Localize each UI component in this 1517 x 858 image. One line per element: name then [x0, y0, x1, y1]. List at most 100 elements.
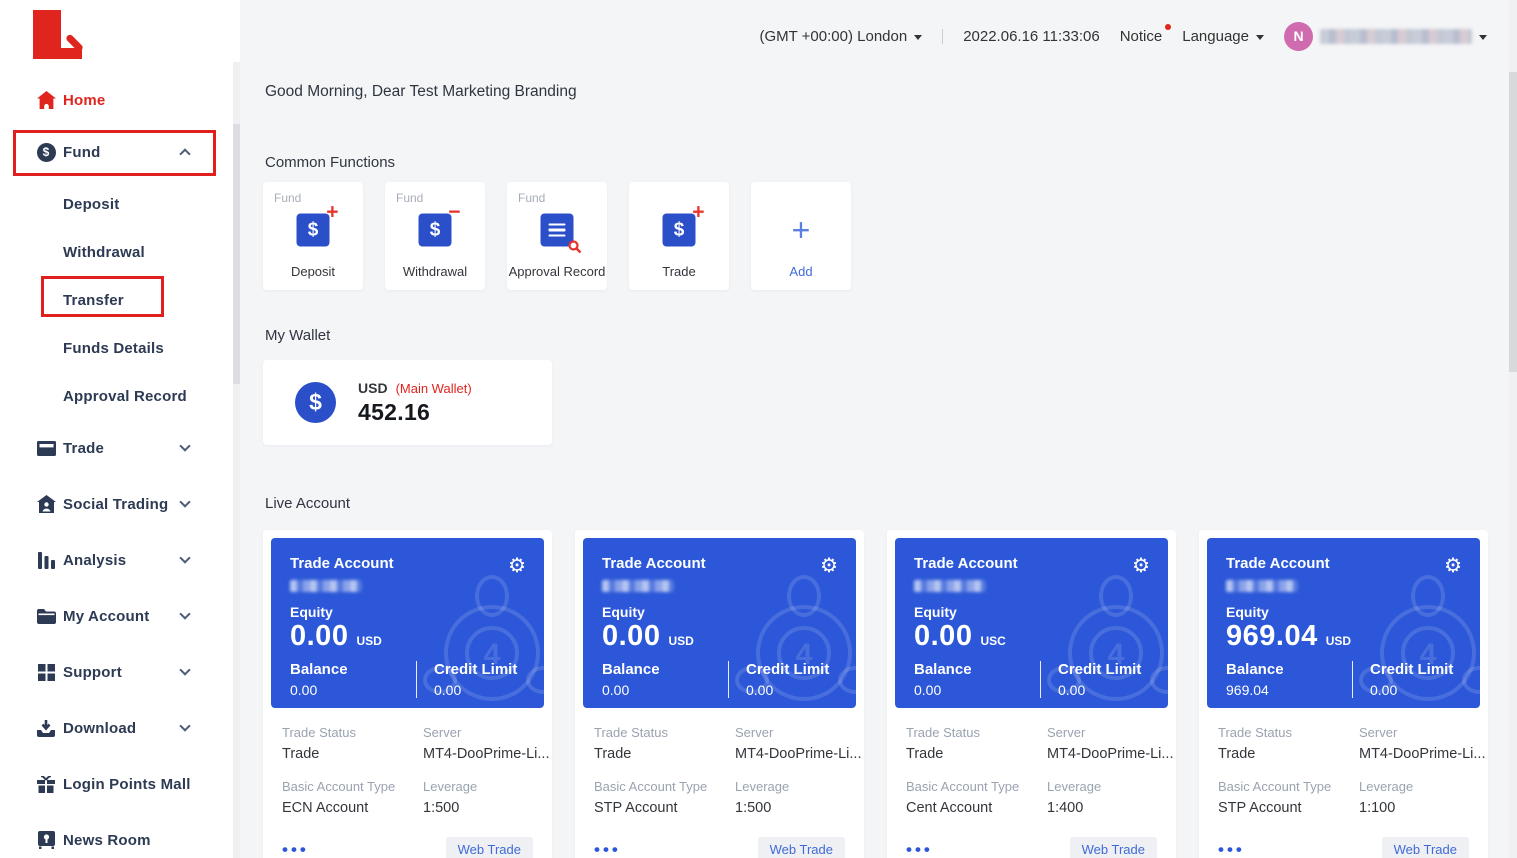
equity-label: Equity	[914, 604, 1150, 620]
wallet-tag: (Main Wallet)	[396, 381, 472, 396]
approval-record-icon	[541, 214, 574, 247]
sidebar-item-social-trading[interactable]: Social Trading	[0, 476, 233, 532]
notice-label: Notice	[1120, 28, 1163, 45]
sidebar-item-fund[interactable]: $ Fund	[0, 124, 233, 180]
server-value: MT4-DooPrime-Li...	[735, 746, 862, 762]
trade-status-value: Trade	[906, 746, 1047, 762]
support-icon	[36, 662, 56, 682]
sidebar-item-transfer[interactable]: Transfer	[0, 276, 233, 324]
web-trade-button[interactable]: Web Trade	[758, 837, 845, 858]
sidebar-scrollbar-thumb[interactable]	[233, 124, 240, 384]
sidebar-item-login-points-mall[interactable]: Login Points Mall	[0, 756, 233, 812]
sidebar-scrollbar[interactable]	[233, 62, 240, 858]
sidebar-item-label: Analysis	[63, 552, 126, 569]
sidebar-item-label: Download	[63, 720, 136, 737]
sidebar-item-label: Trade	[63, 440, 104, 457]
common-functions-title: Common Functions	[265, 154, 395, 171]
equity-value: 0.00	[914, 620, 972, 653]
chevron-down-icon	[179, 496, 190, 507]
more-actions-button[interactable]: •••	[906, 840, 933, 858]
datetime-label: 2022.06.16 11:33:06	[963, 28, 1100, 45]
account-number-redacted	[914, 580, 986, 592]
account-type-value: STP Account	[1218, 800, 1359, 816]
more-actions-button[interactable]: •••	[594, 840, 621, 858]
gear-icon[interactable]: ⚙	[820, 555, 838, 575]
caret-down-icon	[1256, 35, 1264, 40]
add-icon: +	[792, 212, 811, 248]
wallet-card[interactable]: $ USD (Main Wallet) 452.16	[263, 360, 552, 445]
balance-value: 969.04	[1226, 682, 1352, 698]
home-icon	[36, 90, 56, 110]
equity-value: 0.00	[602, 620, 660, 653]
leverage-value: 1:100	[1359, 800, 1469, 816]
trade-icon	[36, 438, 56, 458]
user-menu[interactable]: N	[1284, 22, 1487, 51]
sidebar-item-withdrawal[interactable]: Withdrawal	[0, 228, 233, 276]
function-card-add[interactable]: + Add	[751, 182, 851, 290]
page-scrollbar-thumb[interactable]	[1509, 72, 1517, 372]
function-card-deposit[interactable]: Fund $+ Deposit	[263, 182, 363, 290]
gear-icon[interactable]: ⚙	[508, 555, 526, 575]
account-type-value: STP Account	[594, 800, 735, 816]
sidebar-item-approval-record[interactable]: Approval Record	[0, 372, 233, 420]
equity-currency: USD	[1326, 634, 1351, 648]
sidebar-item-label: Funds Details	[63, 340, 164, 357]
credit-limit-value: 0.00	[434, 682, 526, 698]
server-value: MT4-DooPrime-Li...	[423, 746, 550, 762]
web-trade-button[interactable]: Web Trade	[446, 837, 533, 858]
sidebar-item-news-room[interactable]: News Room	[0, 812, 233, 858]
sidebar-item-trade[interactable]: Trade	[0, 420, 233, 476]
sidebar-item-my-account[interactable]: My Account	[0, 588, 233, 644]
account-summary-panel: Trade Account ⚙ Equity 0.00 USD Balance …	[583, 538, 856, 708]
sidebar-item-label: Login Points Mall	[63, 776, 191, 793]
sidebar-item-funds-details[interactable]: Funds Details	[0, 324, 233, 372]
function-label: Deposit	[263, 264, 363, 279]
download-icon	[36, 718, 56, 738]
language-selector[interactable]: Language	[1182, 28, 1264, 45]
minus-badge-icon: −	[448, 202, 460, 223]
account-type-label: Basic Account Type	[906, 779, 1047, 794]
chevron-down-icon	[179, 440, 190, 451]
gear-icon[interactable]: ⚙	[1132, 555, 1150, 575]
sidebar-item-support[interactable]: Support	[0, 644, 233, 700]
sidebar-item-label: Support	[63, 664, 122, 681]
gear-icon[interactable]: ⚙	[1444, 555, 1462, 575]
web-trade-button[interactable]: Web Trade	[1070, 837, 1157, 858]
server-label: Server	[735, 725, 862, 740]
topbar: (GMT +00:00) London 2022.06.16 11:33:06 …	[240, 0, 1503, 72]
function-card-withdrawal[interactable]: Fund $− Withdrawal	[385, 182, 485, 290]
doo-prime-logo[interactable]	[33, 10, 82, 59]
function-label: Withdrawal	[385, 264, 485, 279]
sidebar-item-home[interactable]: Home	[0, 76, 233, 124]
account-card: Trade Account ⚙ Equity 0.00 USD Balance …	[263, 530, 552, 858]
leverage-label: Leverage	[423, 779, 533, 794]
account-summary-panel: Trade Account ⚙ Equity 0.00 USD Balance …	[271, 538, 544, 708]
function-card-approval-record[interactable]: Fund Approval Record	[507, 182, 607, 290]
sidebar-item-download[interactable]: Download	[0, 700, 233, 756]
sidebar-item-label: Deposit	[63, 196, 119, 213]
sidebar-item-label: Fund	[63, 144, 100, 161]
sidebar-item-analysis[interactable]: Analysis	[0, 532, 233, 588]
more-actions-button[interactable]: •••	[282, 840, 309, 858]
language-label: Language	[1182, 28, 1249, 45]
social-trading-icon	[36, 494, 56, 514]
equity-currency: USC	[980, 634, 1005, 648]
web-trade-button[interactable]: Web Trade	[1382, 837, 1469, 858]
timezone-label: (GMT +00:00) London	[759, 28, 907, 45]
common-functions-row: Fund $+ Deposit Fund $− Withdrawal Fund …	[263, 182, 851, 290]
sidebar-item-label: Approval Record	[63, 388, 187, 405]
sidebar-item-deposit[interactable]: Deposit	[0, 180, 233, 228]
function-card-trade[interactable]: $+ Trade	[629, 182, 729, 290]
trade-account-title: Trade Account	[914, 555, 1018, 572]
plus-badge-icon: +	[326, 202, 338, 223]
caret-down-icon	[914, 35, 922, 40]
trade-account-title: Trade Account	[602, 555, 706, 572]
timezone-selector[interactable]: (GMT +00:00) London	[759, 28, 922, 45]
more-actions-button[interactable]: •••	[1218, 840, 1245, 858]
page-scrollbar[interactable]	[1509, 0, 1517, 858]
notice-button[interactable]: Notice	[1120, 28, 1163, 45]
chevron-up-icon	[179, 148, 190, 159]
account-number-redacted	[602, 580, 674, 592]
leverage-label: Leverage	[735, 779, 845, 794]
leverage-value: 1:400	[1047, 800, 1157, 816]
